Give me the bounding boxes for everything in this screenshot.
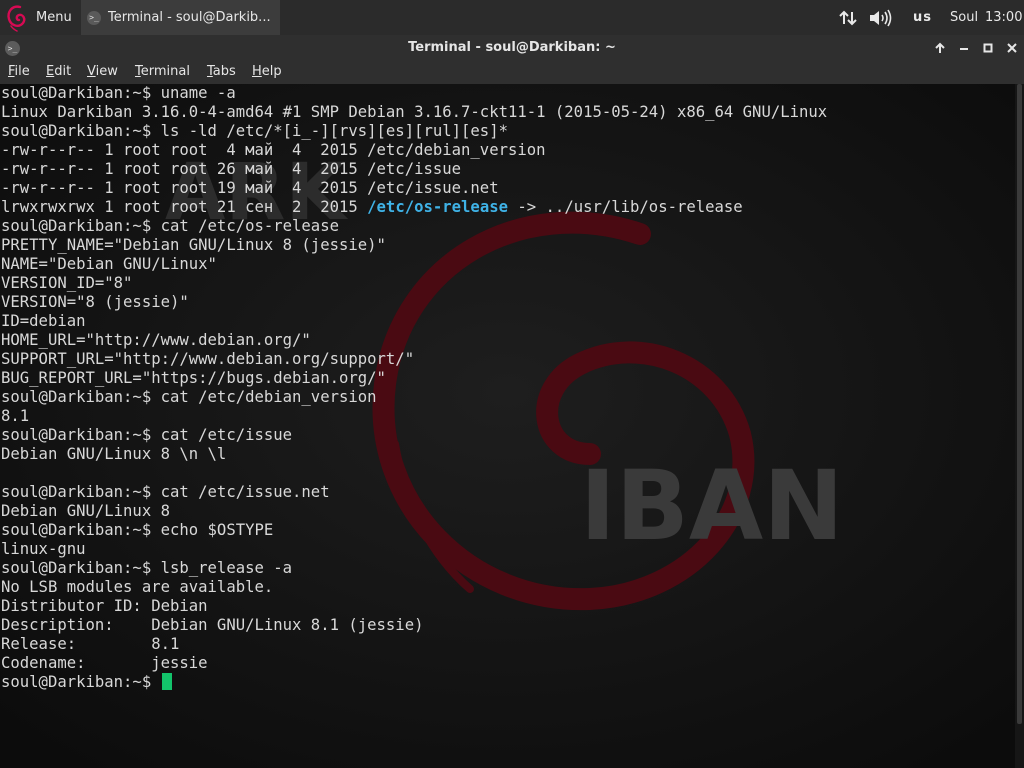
terminal-scrollbar[interactable] <box>1015 84 1024 768</box>
menu-terminal[interactable]: Terminal <box>135 64 190 79</box>
menu-help-rest: elp <box>261 64 282 79</box>
network-transfer-icon <box>839 10 857 25</box>
terminal-line: linux-gnu <box>1 540 86 558</box>
volume-icon <box>870 9 892 26</box>
terminal-line: Debian GNU/Linux 8 \n \l <box>1 445 227 463</box>
menu-label: Menu <box>36 10 72 25</box>
terminal-line: HOME_URL="http://www.debian.org/" <box>1 331 311 349</box>
terminal-line-prefix: lrwxrwxrwx 1 root root 21 сен 2 2015 <box>1 198 368 216</box>
terminal-line: SUPPORT_URL="http://www.debian.org/suppo… <box>1 350 415 368</box>
close-icon <box>1007 43 1017 53</box>
window-titlebar[interactable]: >_ Terminal - soul@Darkiban: ~ <box>0 35 1024 62</box>
menu-tabs[interactable]: Tabs <box>207 64 236 79</box>
applications-menu-button[interactable]: Menu <box>0 0 78 35</box>
terminal-line-suffix: -> ../usr/lib/os-release <box>507 198 743 216</box>
shade-button[interactable] <box>930 38 950 58</box>
terminal-output: soul@Darkiban:~$ uname -a Linux Darkiban … <box>1 84 827 692</box>
close-button[interactable] <box>1002 38 1022 58</box>
taskbar-item-terminal[interactable]: >_ Terminal - soul@Darkib... <box>81 0 280 35</box>
maximize-button[interactable] <box>978 38 998 58</box>
terminal-line: soul@Darkiban:~$ cat /etc/issue.net <box>1 483 330 501</box>
terminal-line: soul@Darkiban:~$ echo $OSTYPE <box>1 521 274 539</box>
terminal-prompt: soul@Darkiban:~$ <box>1 673 161 691</box>
terminal-line: soul@Darkiban:~$ cat /etc/issue <box>1 426 293 444</box>
menu-help-mnemonic: H <box>252 64 262 79</box>
text-cursor <box>161 673 172 690</box>
terminal-line: soul@Darkiban:~$ ls -ld /etc/*[i_-][rvs]… <box>1 122 508 140</box>
user-name[interactable]: Soul <box>950 0 978 35</box>
terminal-line: -rw-r--r-- 1 root root 19 май 4 2015 /et… <box>1 179 499 197</box>
volume-indicator[interactable] <box>868 0 894 35</box>
terminal-line: Debian GNU/Linux 8 <box>1 502 170 520</box>
network-indicator[interactable] <box>838 0 858 35</box>
menu-view[interactable]: View <box>87 64 118 79</box>
menu-tabs-rest: abs <box>212 64 236 79</box>
terminal-line: Release: 8.1 <box>1 635 180 653</box>
terminal-line: soul@Darkiban:~$ lsb_release -a <box>1 559 293 577</box>
terminal-line: soul@Darkiban:~$ uname -a <box>1 84 236 102</box>
terminal-line: VERSION="8 (jessie)" <box>1 293 189 311</box>
minimize-button[interactable] <box>954 38 974 58</box>
taskbar-item-label: Terminal - soul@Darkib... <box>108 10 271 25</box>
terminal-line: Distributor ID: Debian <box>1 597 208 615</box>
minimize-icon <box>960 48 968 50</box>
terminal-line: 8.1 <box>1 407 30 425</box>
terminal-line: Linux Darkiban 3.16.0-4-amd64 #1 SMP Deb… <box>1 103 828 121</box>
arrow-up-icon <box>935 42 945 53</box>
menu-view-mnemonic: V <box>87 64 96 79</box>
terminal-view[interactable]: ARK IBAN soul@Darkiban:~$ uname -a Linux … <box>0 84 1024 768</box>
terminal-line: Description: Debian GNU/Linux 8.1 (jessi… <box>1 616 424 634</box>
menubar: File Edit View Terminal Tabs Help <box>0 62 1024 84</box>
terminal-line: -rw-r--r-- 1 root root 4 май 4 2015 /etc… <box>1 141 546 159</box>
terminal-line: No LSB modules are available. <box>1 578 274 596</box>
menu-edit-mnemonic: E <box>46 64 55 79</box>
scrollbar-thumb[interactable] <box>1017 84 1022 724</box>
terminal-line: VERSION_ID="8" <box>1 274 133 292</box>
menu-edit[interactable]: Edit <box>46 64 71 79</box>
terminal-prompt-line[interactable]: soul@Darkiban:~$ <box>1 673 827 692</box>
menu-file[interactable]: File <box>8 64 30 79</box>
menu-help[interactable]: Help <box>252 64 282 79</box>
symlink-name: /etc/os-release <box>367 198 508 216</box>
keyboard-layout[interactable]: us <box>913 0 932 35</box>
terminal-icon: >_ <box>87 10 101 25</box>
terminal-line: NAME="Debian GNU/Linux" <box>1 255 217 273</box>
terminal-line: -rw-r--r-- 1 root root 26 май 4 2015 /et… <box>1 160 462 178</box>
terminal-line: BUG_REPORT_URL="https://bugs.debian.org/… <box>1 369 386 387</box>
maximize-icon <box>983 43 993 53</box>
window-title: Terminal - soul@Darkiban: ~ <box>408 40 616 55</box>
menu-view-rest: iew <box>95 64 118 79</box>
menu-edit-rest: dit <box>54 64 72 79</box>
debian-swirl-icon <box>7 4 26 32</box>
menu-terminal-rest: erminal <box>140 64 190 79</box>
menu-file-rest: ile <box>14 64 30 79</box>
terminal-line: soul@Darkiban:~$ cat /etc/os-release <box>1 217 339 235</box>
terminal-line: Codename: jessie <box>1 654 208 672</box>
terminal-line: PRETTY_NAME="Debian GNU/Linux 8 (jessie)… <box>1 236 386 254</box>
terminal-line: soul@Darkiban:~$ cat /etc/debian_version <box>1 388 377 406</box>
clock[interactable]: 13:00 <box>985 0 1022 35</box>
terminal-line: lrwxrwxrwx 1 root root 21 сен 2 2015 /et… <box>1 198 827 217</box>
terminal-line: ID=debian <box>1 312 86 330</box>
top-panel: Menu >_ Terminal - soul@Darkib... us Sou… <box>0 0 1024 35</box>
